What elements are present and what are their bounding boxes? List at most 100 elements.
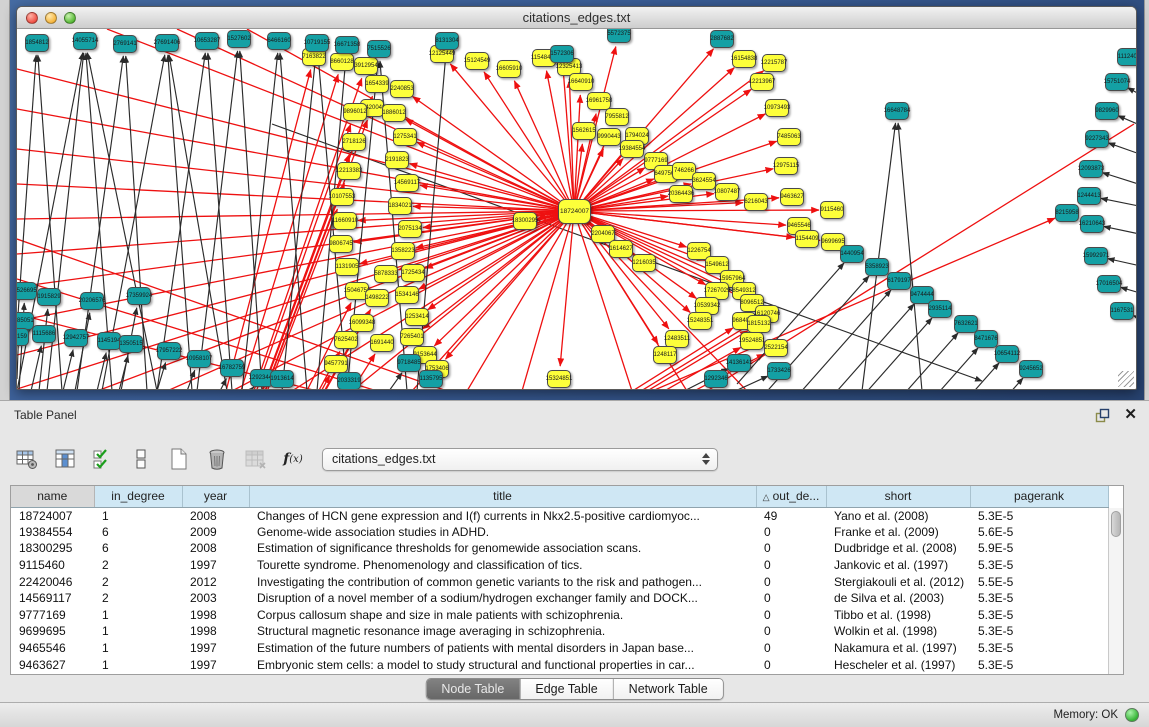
- tab-node-table[interactable]: Node Table: [426, 679, 519, 699]
- network-view-canvas[interactable]: 7163822866012839129541654339224200469896…: [17, 29, 1136, 389]
- table-row[interactable]: 969969511998Structural magnetic resonanc…: [11, 623, 1108, 640]
- graph-node[interactable]: 8131304: [435, 32, 459, 50]
- graph-node[interactable]: 1154409: [795, 230, 819, 248]
- graph-node[interactable]: 1275341: [393, 128, 417, 146]
- graph-node[interactable]: 1562615: [572, 122, 596, 140]
- graph-node[interactable]: 1733426: [767, 362, 791, 380]
- graph-node[interactable]: 1527602: [227, 30, 251, 48]
- graph-node[interactable]: 1614627: [609, 240, 633, 258]
- table-row[interactable]: 946554611997Estimation of the future num…: [11, 640, 1108, 657]
- graph-node[interactable]: 393159: [17, 328, 29, 346]
- table-scrollbar[interactable]: [1108, 508, 1123, 674]
- graph-node[interactable]: 12093873: [1079, 160, 1103, 178]
- graph-node[interactable]: 9718485: [397, 354, 421, 372]
- graph-node[interactable]: 20206576: [80, 292, 104, 310]
- table-mode-icon[interactable]: [14, 446, 40, 472]
- graph-node[interactable]: 17359924: [127, 287, 151, 305]
- graph-node[interactable]: 15751074: [1105, 73, 1129, 91]
- graph-node[interactable]: 19524851: [740, 332, 764, 350]
- graph-node[interactable]: 7485063: [777, 128, 801, 146]
- graph-node[interactable]: 1854812: [25, 34, 49, 52]
- graph-node[interactable]: 1216035: [632, 254, 656, 272]
- graph-node[interactable]: 1292346: [704, 370, 728, 388]
- graph-node[interactable]: 1244413: [1077, 187, 1101, 205]
- graph-node[interactable]: 9245652: [1019, 360, 1043, 378]
- graph-node[interactable]: 1115686: [32, 325, 56, 343]
- graph-node[interactable]: 20364436: [669, 185, 693, 203]
- graph-node[interactable]: 1131905: [335, 258, 359, 276]
- graph-node[interactable]: 10958107: [187, 350, 211, 368]
- graph-node[interactable]: 1253414: [405, 308, 429, 326]
- graph-node[interactable]: 1691440: [370, 334, 394, 352]
- table-row[interactable]: 2242004622012Investigating the contribut…: [11, 573, 1108, 590]
- graph-node[interactable]: 9990443: [597, 128, 621, 146]
- graph-node[interactable]: 12213967: [750, 73, 774, 91]
- graph-node[interactable]: 16099348: [350, 314, 374, 332]
- graph-node[interactable]: 2191823: [385, 151, 409, 169]
- graph-node[interactable]: 2935114: [928, 300, 952, 318]
- row-height-icon[interactable]: [128, 446, 154, 472]
- graph-node[interactable]: 1815132: [747, 315, 771, 333]
- graph-node[interactable]: 1725434: [401, 264, 425, 282]
- graph-node[interactable]: 3912954: [354, 57, 378, 75]
- column-header-title[interactable]: title: [249, 486, 756, 507]
- graph-node[interactable]: 8215958: [1055, 204, 1079, 222]
- graph-node[interactable]: 9463627: [780, 188, 804, 206]
- graph-node[interactable]: 1167531: [1110, 302, 1134, 320]
- graph-node[interactable]: 6466160: [267, 32, 291, 50]
- graph-node[interactable]: 1498222: [365, 289, 389, 307]
- graph-node[interactable]: 7955812: [605, 108, 629, 126]
- graph-node[interactable]: 10807487: [715, 183, 739, 201]
- graph-node[interactable]: 7625402: [334, 331, 358, 349]
- graph-node[interactable]: 5878333: [374, 265, 398, 283]
- graph-node[interactable]: 1886012: [382, 104, 406, 122]
- graph-node[interactable]: 2033319: [337, 372, 361, 389]
- graph-node[interactable]: 10653287: [195, 32, 219, 50]
- graph-node[interactable]: 14569117: [395, 174, 419, 192]
- table-row[interactable]: 1872400712008Changes of HCN gene express…: [11, 507, 1108, 524]
- column-header-short[interactable]: short: [826, 486, 970, 507]
- graph-node[interactable]: 19384554: [620, 140, 644, 158]
- graph-node[interactable]: 14055714: [73, 32, 97, 50]
- table-row[interactable]: 1830029562008Estimation of significance …: [11, 540, 1108, 557]
- graph-node[interactable]: 6216043: [744, 193, 768, 211]
- graph-node[interactable]: 1834021: [388, 197, 412, 215]
- network-table-selector[interactable]: citations_edges.txt: [322, 448, 718, 471]
- graph-node[interactable]: 12942757: [64, 329, 88, 347]
- graph-node[interactable]: 1915829: [37, 288, 61, 306]
- network-window-titlebar[interactable]: citations_edges.txt: [17, 7, 1136, 29]
- graph-node[interactable]: 8471676: [974, 330, 998, 348]
- graph-node[interactable]: 12975115: [774, 157, 798, 175]
- graph-node[interactable]: 12215787: [762, 54, 786, 72]
- graph-node[interactable]: 17957222: [157, 342, 181, 360]
- create-column-icon[interactable]: [166, 446, 192, 472]
- show-columns-icon[interactable]: [52, 446, 78, 472]
- graph-node[interactable]: 9896012: [343, 103, 367, 121]
- graph-node[interactable]: 16671358: [335, 36, 359, 54]
- graph-node[interactable]: 1248117: [653, 346, 677, 364]
- table-row[interactable]: 946362711997Embryonic stem cells: a mode…: [11, 656, 1108, 673]
- memory-status-indicator[interactable]: [1125, 708, 1139, 722]
- graph-node[interactable]: 2522154: [764, 339, 788, 357]
- graph-node[interactable]: 15248351: [688, 312, 712, 330]
- graph-node[interactable]: 1358223: [391, 242, 415, 260]
- close-panel-icon[interactable]: ✕: [1124, 408, 1137, 422]
- graph-node[interactable]: 14136141: [727, 354, 751, 372]
- delete-table-icon[interactable]: [242, 446, 268, 472]
- graph-node[interactable]: 1112408: [1117, 48, 1136, 66]
- graph-node[interactable]: 12213383: [337, 162, 361, 180]
- column-header-in_degree[interactable]: in_degree: [94, 486, 182, 507]
- graph-node[interactable]: 1913614: [270, 370, 294, 388]
- table-row[interactable]: 911546021997Tourette syndrome. Phenomeno…: [11, 557, 1108, 574]
- graph-node[interactable]: 16640910: [569, 73, 593, 91]
- tab-network-table[interactable]: Network Table: [613, 679, 723, 699]
- window-resize-grip[interactable]: [1118, 371, 1134, 387]
- graph-node[interactable]: 15992971: [1084, 247, 1108, 265]
- graph-node[interactable]: 10719155: [305, 34, 329, 52]
- column-header-pagerank[interactable]: pagerank: [970, 486, 1108, 507]
- graph-node[interactable]: 1534146: [395, 286, 419, 304]
- graph-node[interactable]: 15124549: [465, 52, 489, 70]
- graph-node[interactable]: 5358923: [865, 258, 889, 276]
- graph-node[interactable]: 1654339: [365, 75, 389, 93]
- column-header-year[interactable]: year: [182, 486, 249, 507]
